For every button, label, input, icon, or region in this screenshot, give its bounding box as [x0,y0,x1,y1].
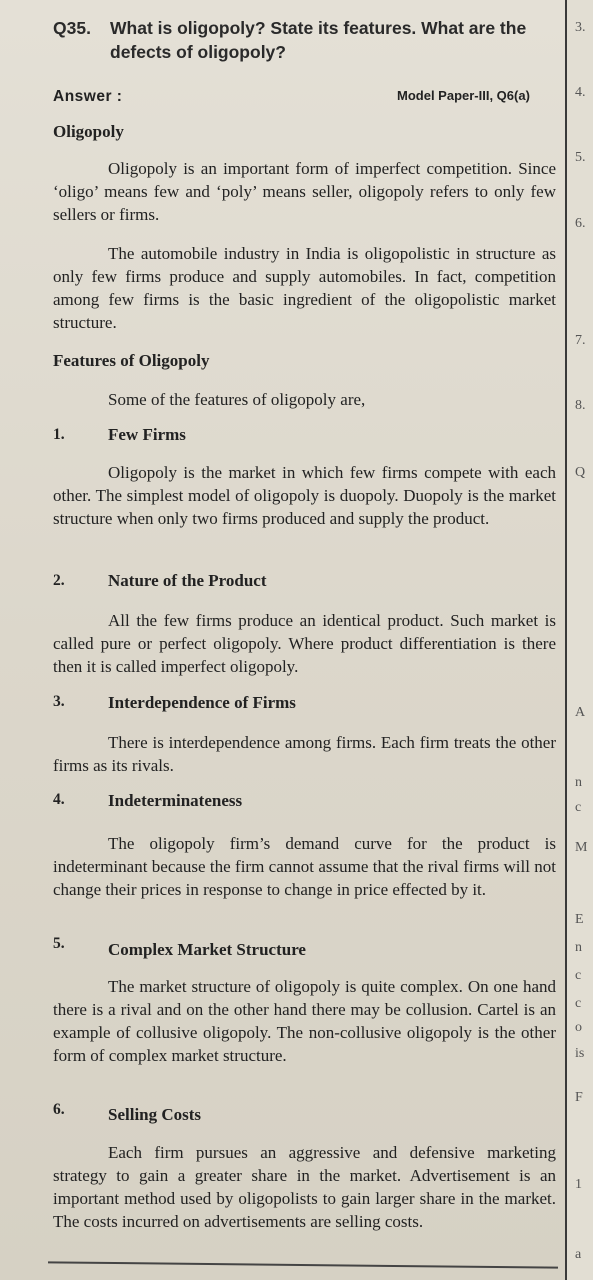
right-fragment: a [575,1247,582,1262]
right-fragment: 6. [575,216,586,231]
bottom-rule [48,1261,558,1269]
right-fragment: 8. [575,398,586,413]
feature-number: 4. [53,791,65,808]
question-number: Q35. [53,18,91,38]
main-column: Q35. What is oligopoly? State its featur… [0,0,563,1280]
right-fragment: 4. [575,85,586,100]
feature-title: Few Firms [108,425,186,444]
right-fragment: F [575,1090,583,1105]
model-paper-reference: Model Paper-III, Q6(a) [397,88,530,103]
right-fragment: A [575,705,586,720]
question-text: What is oligopoly? State its features. W… [110,18,527,62]
right-fragment: 7. [575,333,586,348]
right-fragment: Q [575,465,586,480]
feature-title: Complex Market Structure [108,940,306,959]
feature-number: 3. [53,693,65,710]
question: Q35. What is oligopoly? State its featur… [53,16,558,64]
page: Q35. What is oligopoly? State its featur… [0,0,593,1280]
right-fragment: M [575,840,588,855]
paragraph-definition: Oligopoly is an important form of imperf… [53,159,556,224]
feature-text: The market structure of oligopoly is qui… [53,977,556,1065]
feature-number: 1. [53,426,65,443]
right-fragment: 1 [575,1177,582,1192]
feature-title: Indeterminateness [108,791,243,810]
heading-features: Features of Oligopoly [53,351,210,370]
feature-text: Oligopoly is the market in which few fir… [53,463,556,528]
features-intro: Some of the features of oligopoly are, [108,390,366,409]
right-fragment: o [575,1020,582,1035]
answer-label: Answer : [53,88,123,105]
right-fragment: c [575,996,582,1011]
feature-text: Each firm pursues an aggressive and defe… [53,1143,556,1231]
right-fragment: c [575,968,582,983]
feature-text: All the few firms produce an identical p… [53,611,556,676]
feature-text: The oligopoly firm’s demand curve for th… [53,834,556,899]
paragraph-automobile-example: The automobile industry in India is olig… [53,244,556,332]
right-column-fragment: 3. 4. 5. 6. 7. 8. Q A n c M E n c c o is… [567,0,593,1280]
right-fragment: n [575,940,582,955]
feature-number: 6. [53,1101,65,1118]
right-fragment: E [575,912,584,927]
feature-title: Nature of the Product [108,571,267,590]
right-fragment: 5. [575,150,586,165]
heading-oligopoly: Oligopoly [53,122,124,141]
feature-text: There is interdependence among firms. Ea… [53,733,556,775]
right-fragment: c [575,800,582,815]
feature-title: Interdependence of Firms [108,693,296,712]
right-fragment: 3. [575,20,586,35]
feature-number: 5. [53,935,65,952]
feature-number: 2. [53,572,65,589]
right-fragment: is [575,1046,585,1061]
right-fragment: n [575,775,582,790]
feature-title: Selling Costs [108,1105,202,1124]
